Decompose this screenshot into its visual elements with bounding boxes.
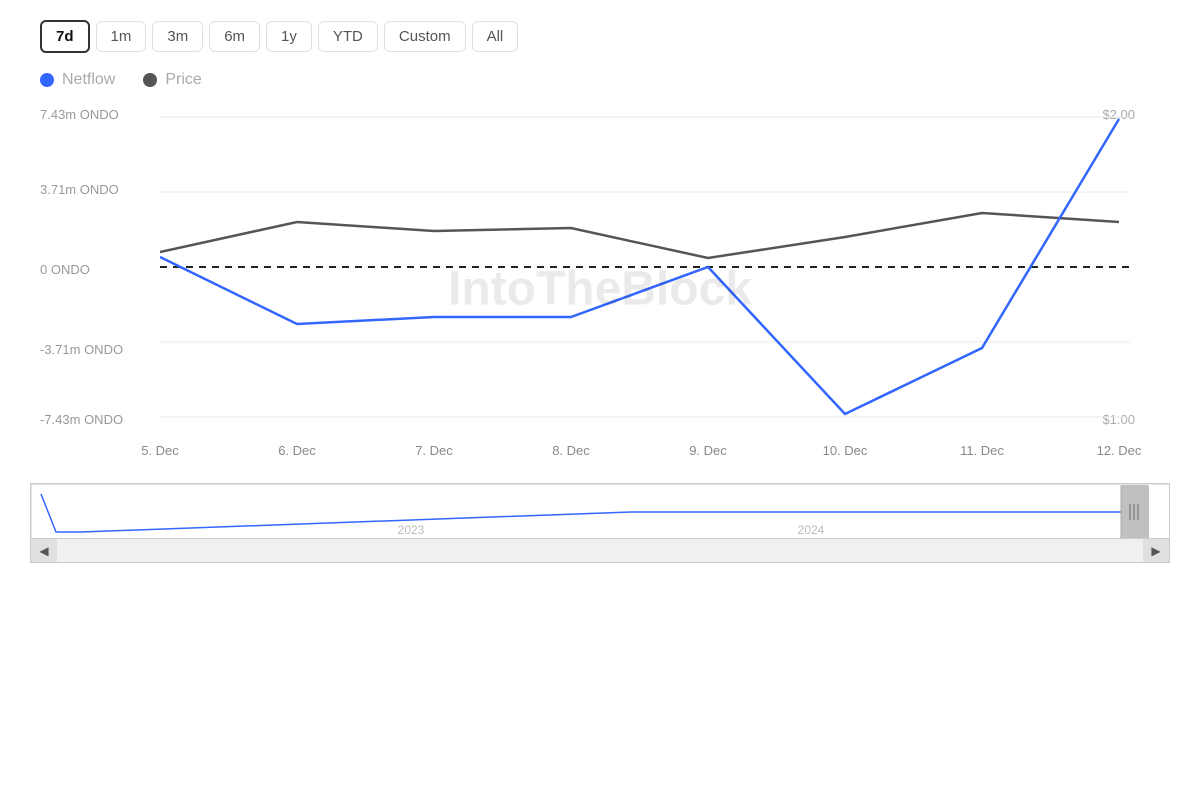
x-label-2: 6. Dec	[278, 443, 316, 458]
y-label-2: 3.71m ONDO	[40, 182, 119, 197]
x-label-8: 12. Dec	[1097, 443, 1142, 458]
x-label-6: 10. Dec	[823, 443, 868, 458]
navigator-scrollbar: ◀ ▶	[31, 538, 1169, 562]
scroll-left-button[interactable]: ◀	[31, 539, 57, 563]
nav-year-2024: 2024	[798, 523, 825, 537]
x-label-4: 8. Dec	[552, 443, 590, 458]
x-label-1: 5. Dec	[141, 443, 179, 458]
time-btn-custom[interactable]: Custom	[384, 21, 466, 52]
y-label-top: 7.43m ONDO	[40, 107, 119, 122]
time-btn-all[interactable]: All	[472, 21, 519, 52]
x-label-3: 7. Dec	[415, 443, 453, 458]
y-right-bottom: $1.00	[1102, 412, 1135, 427]
y-label-neg2: -7.43m ONDO	[40, 412, 123, 427]
price-label: Price	[165, 71, 201, 89]
legend-netflow: Netflow	[40, 71, 115, 89]
main-container: 7d1m3m6m1yYTDCustomAll Netflow Price Int…	[0, 0, 1200, 800]
price-line	[160, 213, 1119, 258]
time-btn-3m[interactable]: 3m	[152, 21, 203, 52]
price-dot	[143, 73, 157, 87]
scroll-track[interactable]	[57, 539, 1143, 562]
time-btn-7d[interactable]: 7d	[40, 20, 90, 53]
nav-drag-handle[interactable]	[1121, 485, 1149, 539]
navigator-container: 2023 2024 ◀ ▶	[30, 483, 1170, 563]
y-label-zero: 0 ONDO	[40, 262, 90, 277]
nav-year-2023: 2023	[398, 523, 425, 537]
legend-price: Price	[143, 71, 201, 89]
time-btn-ytd[interactable]: YTD	[318, 21, 378, 52]
x-label-5: 9. Dec	[689, 443, 727, 458]
main-chart-svg: 7.43m ONDO 3.71m ONDO 0 ONDO -3.71m ONDO…	[30, 99, 1170, 479]
y-label-neg1: -3.71m ONDO	[40, 342, 123, 357]
time-btn-6m[interactable]: 6m	[209, 21, 260, 52]
chart-area: IntoTheBlock 7.43m ONDO 3.71m ONDO 0 OND…	[30, 99, 1170, 479]
x-label-7: 11. Dec	[960, 443, 1004, 458]
navigator-svg: 2023 2024	[31, 484, 1170, 540]
time-range-selector: 7d1m3m6m1yYTDCustomAll	[30, 20, 1170, 53]
scroll-right-button[interactable]: ▶	[1143, 539, 1169, 563]
time-btn-1m[interactable]: 1m	[96, 21, 147, 52]
netflow-label: Netflow	[62, 71, 115, 89]
chart-legend: Netflow Price	[30, 71, 1170, 89]
time-btn-1y[interactable]: 1y	[266, 21, 312, 52]
netflow-dot	[40, 73, 54, 87]
